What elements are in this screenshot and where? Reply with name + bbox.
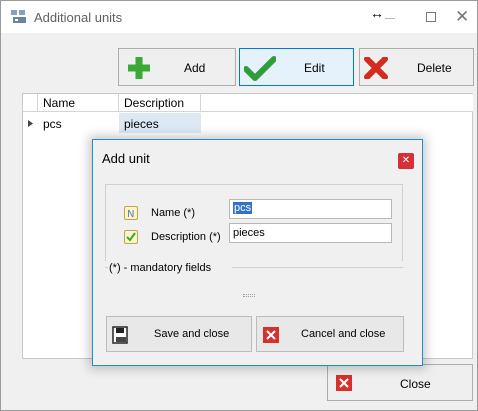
column-header-filler: [201, 94, 473, 112]
title-bar[interactable]: Additional units ↔ ✕: [1, 1, 477, 33]
close-icon: [336, 375, 352, 391]
checkmark-icon: [244, 56, 276, 81]
name-label: Name (*): [151, 207, 196, 219]
row-pointer-icon: [28, 120, 33, 127]
save-icon: [112, 326, 128, 344]
close-button[interactable]: Close: [327, 364, 473, 401]
delete-button[interactable]: Delete: [359, 48, 474, 86]
plus-icon: [128, 57, 150, 79]
app-icon: [11, 10, 26, 23]
group-border-right: [232, 267, 403, 268]
group-border-left: [105, 267, 108, 268]
save-label: Save and close: [154, 328, 230, 340]
edit-label: Edit: [304, 61, 325, 75]
resize-grip[interactable]: [243, 294, 255, 297]
description-label: Description (*): [151, 231, 221, 243]
minimize-button[interactable]: [385, 18, 395, 19]
delete-label: Delete: [417, 61, 452, 75]
x-icon: [364, 57, 388, 79]
description-field[interactable]: [229, 223, 392, 243]
svg-text:N: N: [127, 209, 134, 220]
maximize-button[interactable]: [426, 12, 436, 22]
add-button[interactable]: Add: [118, 48, 236, 86]
close-label: Close: [400, 377, 431, 391]
mandatory-note: (*) - mandatory fields: [109, 262, 212, 274]
row-header-corner: [23, 94, 38, 112]
note-icon: N: [124, 206, 138, 220]
column-header-name[interactable]: Name: [38, 94, 119, 112]
additional-units-window: Additional units ↔ ✕ Add Edit Delete Nam…: [0, 0, 478, 411]
save-and-close-button[interactable]: Save and close: [106, 316, 252, 352]
window-close-button[interactable]: ✕: [455, 7, 469, 27]
name-value: pcs: [233, 202, 253, 214]
table-row-cell-description[interactable]: pieces: [119, 113, 201, 133]
add-unit-dialog: Add unit ✕ (*) - mandatory fields N Name…: [92, 139, 423, 366]
resize-icon[interactable]: ↔: [370, 5, 384, 21]
dialog-close-button[interactable]: ✕: [398, 153, 414, 169]
window-title: Additional units: [34, 10, 123, 25]
row-selector[interactable]: [23, 113, 38, 133]
cancel-icon: [263, 327, 279, 343]
column-header-description[interactable]: Description: [119, 94, 201, 112]
check-doc-icon: [124, 230, 138, 244]
edit-button[interactable]: Edit: [239, 48, 354, 86]
add-label: Add: [184, 61, 206, 75]
name-field[interactable]: pcs: [229, 199, 392, 219]
cancel-and-close-button[interactable]: Cancel and close: [256, 316, 404, 352]
dialog-title: Add unit: [102, 151, 150, 166]
table-row-cell-name[interactable]: pcs: [38, 113, 119, 133]
cancel-label: Cancel and close: [301, 328, 386, 340]
